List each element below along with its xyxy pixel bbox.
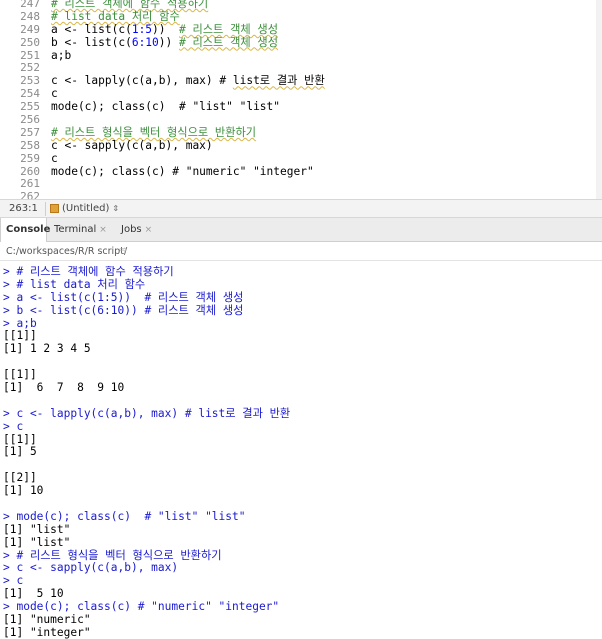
code-text: a;b (51, 48, 72, 63)
editor-line[interactable]: 258 c <- sapply(c(a,b), max) (0, 138, 602, 153)
code-token: c (51, 151, 58, 165)
line-number: 259 (20, 151, 40, 165)
editor-scrollbar[interactable] (596, 0, 602, 199)
console-input-line: > a;b (3, 316, 37, 330)
go-to-directory-icon[interactable]: ⇨ (119, 245, 127, 256)
console-output-line: [1] "integer" (3, 625, 91, 639)
close-icon[interactable]: × (145, 225, 153, 235)
editor-line[interactable]: 255 mode(c); class(c) # "list" "list" (0, 100, 602, 114)
source-editor[interactable]: 247 # 리스트 객체에 함수 적용하기 248 # list data 처리 함수… (0, 0, 602, 199)
line-number: 257 (20, 125, 40, 139)
console-input-line: > c (3, 574, 24, 588)
code-text: mode(c); class(c) # "list" "list" (51, 100, 281, 114)
code-text: c <- sapply(c(a,b), max) (51, 138, 213, 153)
status-divider (45, 202, 46, 216)
tab-terminal[interactable]: Terminal × (49, 218, 114, 242)
console-input-line: > c <- lapply(c(a,b), max) # list로 결과 반환 (3, 406, 291, 420)
console-output-line: [1] 5 (3, 445, 37, 459)
console-output-line: [1] "list" (3, 522, 71, 536)
line-number: 256 (20, 113, 40, 127)
editor-line[interactable]: 251 a;b (0, 48, 602, 63)
console-input-line: > c <- sapply(c(a,b), max) (3, 561, 179, 575)
code-token: 1:5 (131, 22, 153, 36)
console-output-line: [[2]] (3, 471, 37, 485)
code-token: b <- list(c( (51, 35, 132, 49)
console-input-line: > # list data 처리 함수 (3, 277, 146, 291)
editor-status-bar: 263:1 (Untitled) ⇕ (0, 199, 602, 218)
cursor-position: 263:1 (9, 203, 38, 214)
code-token: a;b (51, 48, 72, 62)
code-token: mode(c); class(c) # "list" "list" (51, 100, 281, 114)
code-token: c <- sapply(c(a,b), max) (51, 138, 213, 152)
line-number: 250 (20, 35, 40, 49)
tab-terminal-label: Terminal (54, 224, 97, 235)
line-number: 258 (20, 138, 40, 152)
code-token: c <- lapply(c(a,b), max) # (51, 74, 233, 88)
console-output-line: [1] 1 2 3 4 5 (3, 342, 91, 356)
line-number: 262 (20, 190, 40, 199)
editor-line[interactable]: 260 mode(c); class(c) # "numeric" "intege… (0, 164, 602, 179)
tab-console-label: Console (6, 224, 51, 235)
editor-line[interactable]: 253 c <- lapply(c(a,b), max) # list로 결과 반… (0, 74, 602, 88)
tab-jobs-label: Jobs (121, 224, 142, 235)
console-output-line: [1] "numeric" (3, 613, 91, 627)
working-directory-bar: C:/workspaces/R/R script/ ⇨ (0, 242, 602, 261)
scope-chevron-icon: ⇕ (112, 204, 120, 213)
code-text: mode(c); class(c) # "numeric" "integer" (51, 164, 314, 179)
console-output-line: [1] "list" (3, 535, 71, 549)
code-token: # list data 처리 함수 (51, 9, 180, 23)
console-pane-tabs: Console Terminal × Jobs × (0, 218, 602, 243)
console-input-line: > mode(c); class(c) # "list" "list" (3, 509, 246, 523)
scope-selector[interactable]: (Untitled) ⇕ (50, 203, 119, 214)
code-token: )) (152, 22, 179, 36)
code-token: a <- list(c( (51, 22, 132, 36)
console-output[interactable]: > # 리스트 객체에 함수 적용하기 > # list data 처리 함수 > … (0, 266, 602, 639)
code-text: b <- list(c(6:10)) # 리스트 객체 생성 (51, 35, 278, 50)
editor-line[interactable]: 250 b <- list(c(6:10)) # 리스트 객체 생성 (0, 35, 602, 50)
code-token: # 리스트 객체에 함수 적용하기 (51, 0, 209, 10)
line-number: 248 (20, 9, 40, 23)
code-token: 6:10 (131, 35, 159, 49)
code-token: # 리스트 객체 생성 (179, 22, 278, 36)
console-output-line: [1] 6 7 8 9 10 (3, 381, 125, 395)
close-icon[interactable]: × (99, 225, 107, 235)
working-directory-path: C:/workspaces/R/R script/ (6, 246, 128, 257)
editor-lines[interactable]: 247 # 리스트 객체에 함수 적용하기 248 # list data 처리 함수… (0, 0, 602, 199)
code-text: c <- lapply(c(a,b), max) # list로 결과 반환 (51, 74, 325, 88)
code-token: c (51, 87, 58, 101)
scope-icon (50, 204, 59, 213)
editor-line[interactable]: 261 (0, 178, 602, 191)
tab-jobs[interactable]: Jobs × (116, 218, 161, 242)
editor-line[interactable]: 262 (0, 190, 602, 199)
console-output-line: [[1]] (3, 432, 37, 446)
code-token: list로 결과 반환 (232, 74, 325, 88)
line-number: 249 (20, 22, 40, 36)
code-token: # 리스트 형식을 벡터 형식으로 반환하기 (51, 125, 257, 139)
console-input-line: > b <- list(c(6:10)) # 리스트 객체 생성 (3, 303, 244, 317)
code-token: )) (158, 35, 179, 49)
console-input-line: > # 리스트 객체에 함수 적용하기 (3, 266, 174, 278)
scope-label: (Untitled) (62, 203, 110, 214)
tab-console[interactable]: Console (0, 218, 51, 243)
console-input-line: > a <- list(c(1:5)) # 리스트 객체 생성 (3, 290, 244, 304)
code-token: # 리스트 객체 생성 (179, 35, 278, 49)
console-input-line: > c (3, 419, 24, 433)
console-lines: > # 리스트 객체에 함수 적용하기 > # list data 처리 함수 > … (0, 266, 602, 639)
code-token: mode(c); class(c) # "numeric" "integer" (51, 164, 314, 178)
console-output-line: [1] 10 (3, 484, 44, 498)
